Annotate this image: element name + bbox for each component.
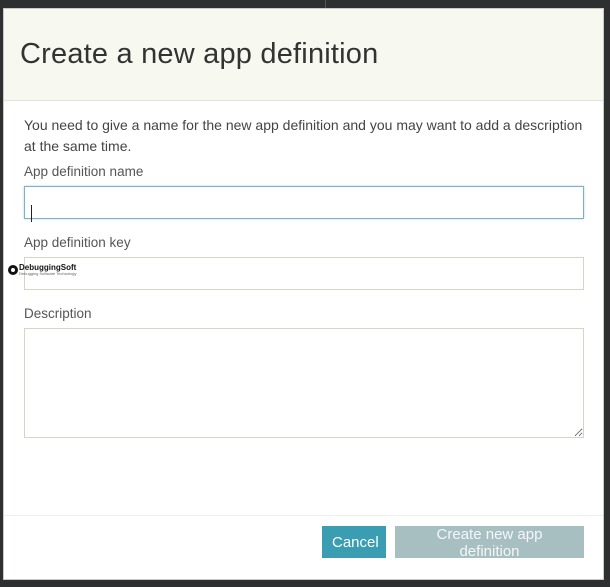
text-cursor	[31, 205, 32, 222]
dialog-body: You need to give a name for the new app …	[4, 101, 603, 516]
app-key-input[interactable]	[24, 257, 584, 290]
description-textarea[interactable]	[24, 328, 584, 438]
gear-icon	[8, 265, 18, 275]
watermark-tagline: Debugging Software Technology	[19, 271, 77, 276]
create-app-definition-button[interactable]: Create new app definition	[395, 526, 584, 560]
app-name-input[interactable]	[24, 186, 584, 219]
watermark-text: DebuggingSoft Debugging Software Technol…	[19, 264, 77, 276]
cancel-button[interactable]: Cancel	[322, 526, 386, 558]
app-key-label: App definition key	[24, 235, 131, 250]
watermark-logo: DebuggingSoft Debugging Software Technol…	[8, 264, 77, 276]
create-app-definition-dialog: Create a new app definition You need to …	[3, 8, 604, 580]
app-name-label: App definition name	[24, 164, 144, 179]
dialog-footer: Cancel Create new app definition	[4, 515, 603, 579]
dialog-intro-text: You need to give a name for the new app …	[24, 117, 583, 154]
backdrop	[325, 0, 366, 8]
description-label: Description	[24, 306, 92, 321]
dialog-header: Create a new app definition	[4, 9, 603, 101]
dialog-title: Create a new app definition	[20, 38, 379, 70]
